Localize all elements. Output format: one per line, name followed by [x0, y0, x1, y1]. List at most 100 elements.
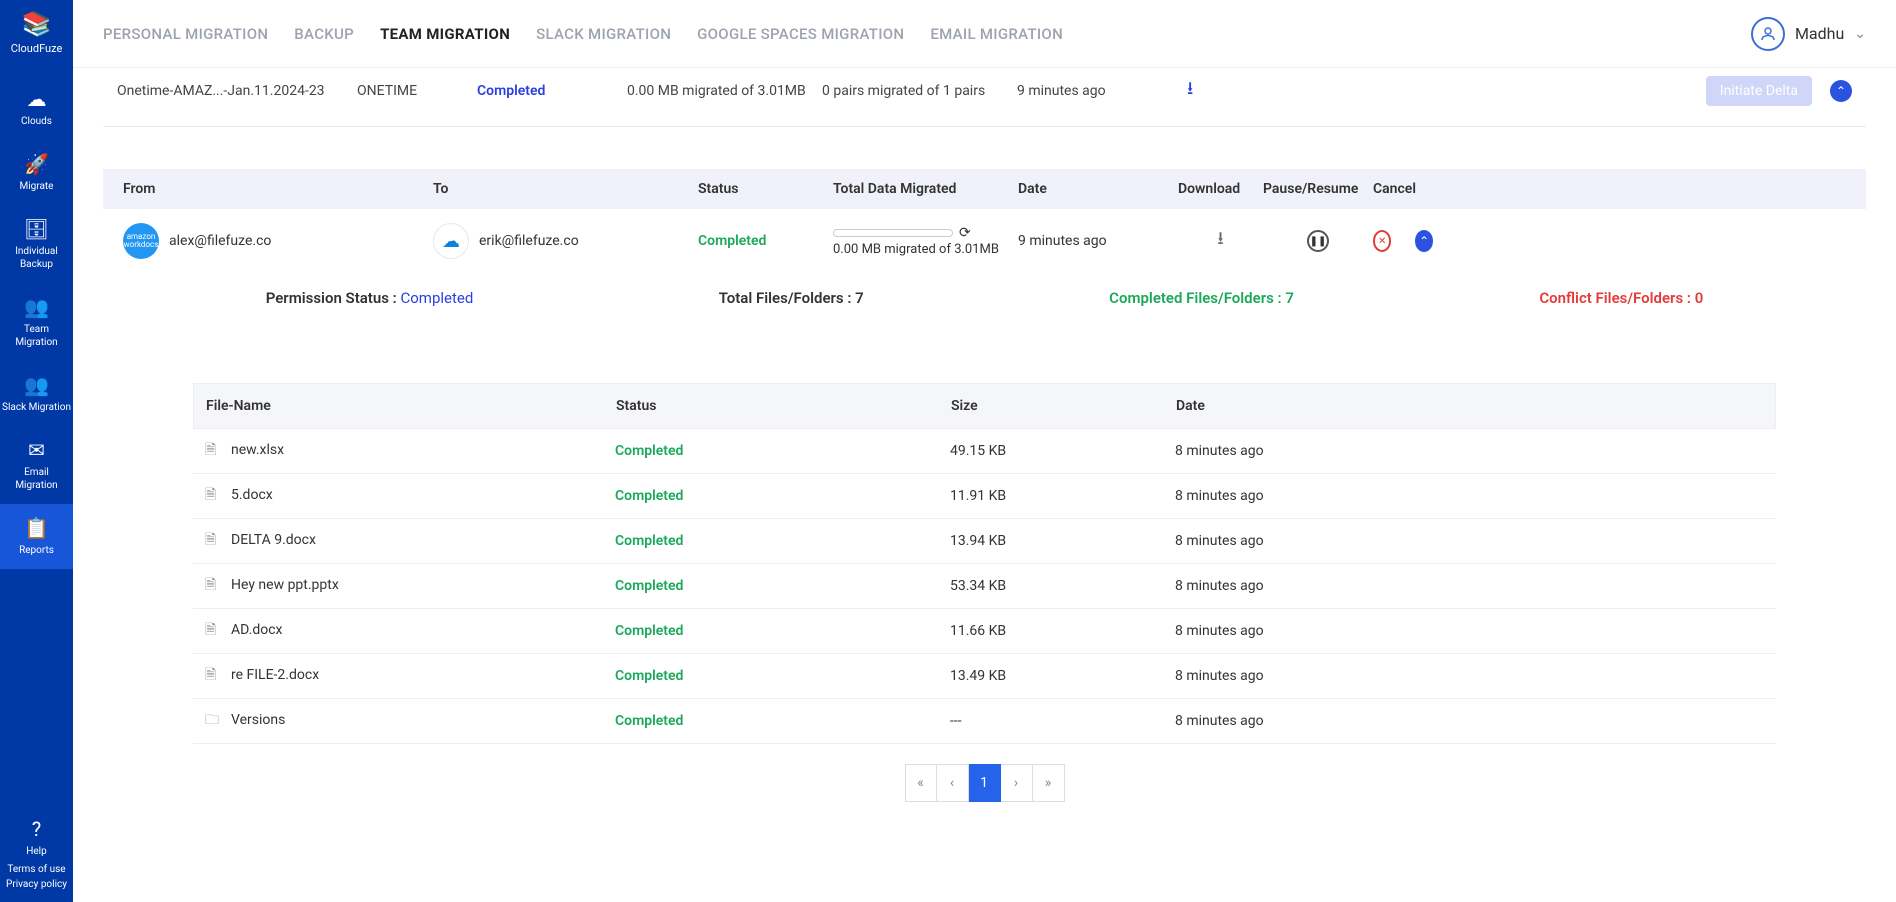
col-date: Date [1018, 181, 1178, 197]
file-row: 🗎DELTA 9.docxCompleted13.94 KB8 minutes … [193, 519, 1776, 564]
file-status: Completed [615, 713, 950, 729]
summary-date: 9 minutes ago [1017, 83, 1187, 99]
brand-icon: 📚 [22, 10, 52, 38]
file-size: 53.34 KB [950, 578, 1175, 594]
files-table: File-Name Status Size Date 🗎new.xlsxComp… [193, 383, 1776, 744]
username: Madhu [1795, 24, 1844, 43]
tabs: PERSONAL MIGRATION BACKUP TEAM MIGRATION… [103, 25, 1063, 43]
onedrive-icon: ☁ [433, 223, 469, 259]
detail-download-icon[interactable]: ⭳ [1178, 226, 1263, 256]
nav-email-migration[interactable]: ✉ Email Migration [0, 426, 73, 504]
file-row: 🗎5.docxCompleted11.91 KB8 minutes ago [193, 474, 1776, 519]
file-row: 🗎Hey new ppt.pptxCompleted53.34 KB8 minu… [193, 564, 1776, 609]
tab-backup[interactable]: BACKUP [294, 25, 354, 43]
tab-slack-migration[interactable]: SLACK MIGRATION [536, 25, 671, 43]
col-file-name: File-Name [206, 398, 616, 414]
link-privacy[interactable]: Privacy policy [0, 877, 73, 892]
file-size: 13.49 KB [950, 668, 1175, 684]
tab-team-migration[interactable]: TEAM MIGRATION [380, 25, 510, 43]
file-size: 11.66 KB [950, 623, 1175, 639]
migration-summary-row: Onetime-AMAZ...-Jan.11.2024-23 ONETIME C… [103, 68, 1866, 127]
sidebar-footer: ? Help Terms of use Privacy policy [0, 813, 73, 902]
download-report-icon[interactable]: ⭳ [1187, 76, 1307, 106]
tab-google-spaces-migration[interactable]: GOOGLE SPACES MIGRATION [697, 25, 904, 43]
pagination: « ‹ 1 › » [103, 764, 1866, 802]
file-status: Completed [615, 578, 950, 594]
file-status: Completed [615, 668, 950, 684]
file-row: 🗎re FILE-2.docxCompleted13.49 KB8 minute… [193, 654, 1776, 699]
summary-migrated: 0.00 MB migrated of 3.01MB [627, 83, 822, 99]
collapse-summary-icon[interactable]: ⌃ [1830, 80, 1852, 102]
amazon-workdocs-icon: amazonworkdocs [123, 223, 159, 259]
summary-type: ONETIME [357, 83, 477, 99]
nav-slack-migration[interactable]: 👥 Slack Migration [0, 361, 73, 426]
content: Onetime-AMAZ...-Jan.11.2024-23 ONETIME C… [73, 68, 1896, 832]
refresh-icon[interactable]: ⟳ [959, 225, 971, 241]
file-icon: 🗎 [205, 439, 221, 463]
nav-help[interactable]: ? Help [0, 813, 73, 862]
summary-status: Completed [477, 83, 627, 99]
file-size: 49.15 KB [950, 443, 1175, 459]
page-1[interactable]: 1 [969, 764, 1001, 802]
nav-individual-backup[interactable]: 🗄 Individual Backup [0, 205, 73, 283]
tab-email-migration[interactable]: EMAIL MIGRATION [930, 25, 1063, 43]
nav-team-migration[interactable]: 👥 Team Migration [0, 283, 73, 361]
col-file-status: Status [616, 398, 951, 414]
summary-name: Onetime-AMAZ...-Jan.11.2024-23 [117, 83, 357, 99]
chevron-down-icon: ⌄ [1854, 26, 1866, 42]
file-icon: 🗎 [205, 529, 221, 553]
detail-date: 9 minutes ago [1018, 233, 1178, 249]
detail-row: amazonworkdocs alex@filefuze.co ☁ erik@f… [103, 209, 1866, 273]
user-menu[interactable]: Madhu ⌄ [1751, 17, 1866, 51]
col-status: Status [698, 181, 833, 197]
page-next[interactable]: › [1001, 764, 1033, 802]
cancel-icon[interactable]: ✕ [1373, 230, 1391, 252]
nav-reports[interactable]: 📋 Reports [0, 504, 73, 569]
file-name: DELTA 9.docx [231, 532, 316, 548]
tab-personal-migration[interactable]: PERSONAL MIGRATION [103, 25, 268, 43]
file-status: Completed [615, 443, 950, 459]
page-prev[interactable]: ‹ [937, 764, 969, 802]
permission-status: Permission Status : Completed [266, 289, 474, 307]
initiate-delta-button[interactable]: Initiate Delta [1706, 76, 1812, 106]
file-date: 8 minutes ago [1175, 623, 1764, 639]
file-status: Completed [615, 533, 950, 549]
col-download: Download [1178, 181, 1263, 197]
progress-bar [833, 229, 953, 237]
file-size: --- [950, 713, 1175, 729]
brand-name: CloudFuze [11, 42, 63, 55]
summary-pairs: 0 pairs migrated of 1 pairs [822, 83, 1017, 99]
file-date: 8 minutes ago [1175, 668, 1764, 684]
page-first[interactable]: « [905, 764, 937, 802]
completed-files-folders: Completed Files/Folders : 7 [1109, 289, 1294, 307]
cloud-icon: ☁ [27, 87, 47, 111]
logo[interactable]: 📚 CloudFuze [11, 10, 63, 55]
nav-clouds[interactable]: ☁ Clouds [0, 75, 73, 140]
file-name: Hey new ppt.pptx [231, 577, 339, 593]
files-header: File-Name Status Size Date [193, 383, 1776, 429]
main: PERSONAL MIGRATION BACKUP TEAM MIGRATION… [73, 0, 1896, 902]
rocket-icon: 🚀 [24, 152, 49, 176]
file-date: 8 minutes ago [1175, 443, 1764, 459]
file-icon: 🗎 [205, 484, 221, 508]
col-data: Total Data Migrated [833, 181, 1018, 197]
file-name: 5.docx [231, 487, 273, 503]
file-date: 8 minutes ago [1175, 488, 1764, 504]
link-terms[interactable]: Terms of use [0, 862, 73, 877]
file-size: 11.91 KB [950, 488, 1175, 504]
collapse-detail-icon[interactable]: ⌃ [1415, 230, 1433, 252]
detail-migrated: ⟳ 0.00 MB migrated of 3.01MB [833, 225, 1018, 257]
file-size: 13.94 KB [950, 533, 1175, 549]
to-email: erik@filefuze.co [479, 233, 579, 249]
nav-migrate[interactable]: 🚀 Migrate [0, 140, 73, 205]
pause-icon[interactable]: ❚❚ [1307, 230, 1329, 252]
avatar-icon [1751, 17, 1785, 51]
detail-panel: From To Status Total Data Migrated Date … [103, 169, 1866, 802]
col-file-size: Size [951, 398, 1176, 414]
page-last[interactable]: » [1033, 764, 1065, 802]
people-icon: 👥 [24, 373, 49, 397]
col-cancel: Cancel [1373, 181, 1433, 197]
col-from: From [123, 181, 433, 197]
file-icon: 🗎 [205, 619, 221, 643]
file-status: Completed [615, 623, 950, 639]
